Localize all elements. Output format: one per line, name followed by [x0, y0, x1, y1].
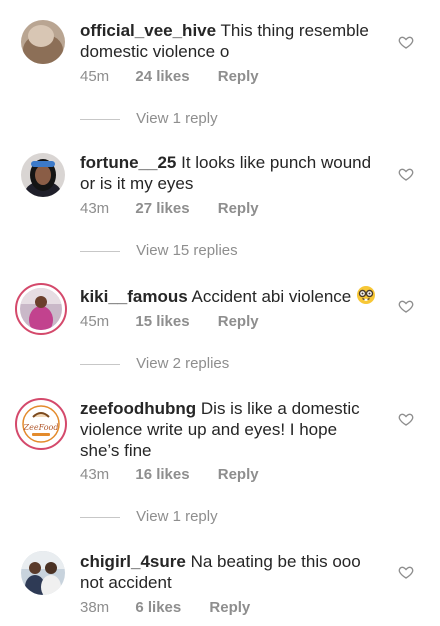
view-replies-button[interactable]: View 15 replies	[80, 242, 238, 259]
comment-meta: 38m 6 likes Reply	[80, 599, 250, 616]
comment-meta: 45m 24 likes Reply	[80, 68, 259, 85]
comment-username[interactable]: fortune__25	[80, 153, 176, 172]
heart-outline-icon[interactable]	[398, 298, 414, 314]
heart-outline-icon[interactable]	[398, 34, 414, 50]
avatar[interactable]	[21, 551, 65, 595]
divider-line	[80, 250, 120, 252]
reply-button[interactable]: Reply	[218, 313, 259, 330]
comment-meta: 43m 27 likes Reply	[80, 200, 259, 217]
comment-text: kiki__famous Accident abi violence	[80, 285, 380, 307]
comment-text: chigirl_4sure Na beating be this ooo not…	[80, 551, 380, 593]
reply-button[interactable]: Reply	[209, 599, 250, 616]
comment-time: 38m	[80, 599, 110, 616]
nerd-face-emoji-icon	[356, 286, 375, 304]
view-replies-button[interactable]: View 1 reply	[80, 508, 218, 525]
comment-time: 45m	[80, 313, 110, 330]
view-replies-button[interactable]: View 1 reply	[80, 110, 218, 127]
comment-likes[interactable]: 6 likes	[135, 599, 181, 616]
comment-username[interactable]: zeefoodhubng	[80, 399, 196, 418]
view-replies-label: View 1 reply	[136, 110, 218, 127]
comment-meta: 45m 15 likes Reply	[80, 313, 259, 330]
comment-username[interactable]: kiki__famous	[80, 287, 188, 306]
divider-line	[80, 516, 120, 518]
heart-outline-icon[interactable]	[398, 564, 414, 580]
divider-line	[80, 363, 120, 365]
reply-button[interactable]: Reply	[218, 466, 259, 483]
view-replies-label: View 15 replies	[136, 242, 238, 259]
zeefood-logo-icon: ZeeFood	[20, 403, 62, 445]
comment-username[interactable]: official_vee_hive	[80, 21, 216, 40]
avatar-with-story-ring[interactable]: ZeeFood	[15, 398, 67, 450]
view-replies-button[interactable]: View 2 replies	[80, 355, 229, 372]
comment-text: official_vee_hive This thing resemble do…	[80, 20, 380, 62]
comment-meta: 43m 16 likes Reply	[80, 466, 259, 483]
avatar-with-story-ring[interactable]	[15, 283, 67, 335]
divider-line	[80, 118, 120, 120]
comment-time: 43m	[80, 200, 110, 217]
svg-text:ZeeFood: ZeeFood	[23, 423, 59, 432]
avatar[interactable]	[21, 153, 65, 197]
comment-time: 45m	[80, 68, 110, 85]
comment-likes[interactable]: 24 likes	[135, 68, 189, 85]
view-replies-label: View 1 reply	[136, 508, 218, 525]
heart-outline-icon[interactable]	[398, 166, 414, 182]
comment-likes[interactable]: 15 likes	[135, 313, 189, 330]
comment-text: fortune__25 It looks like punch wound or…	[80, 152, 380, 194]
comment-text: zeefoodhubng Dis is like a domestic viol…	[80, 398, 380, 461]
reply-button[interactable]: Reply	[218, 200, 259, 217]
view-replies-label: View 2 replies	[136, 355, 230, 372]
avatar[interactable]	[21, 20, 65, 64]
comment-likes[interactable]: 16 likes	[135, 466, 189, 483]
heart-outline-icon[interactable]	[398, 411, 414, 427]
comment-likes[interactable]: 27 likes	[135, 200, 189, 217]
comment-username[interactable]: chigirl_4sure	[80, 552, 186, 571]
comment-body: Accident abi violence	[191, 287, 352, 306]
reply-button[interactable]: Reply	[218, 68, 259, 85]
comment-time: 43m	[80, 466, 110, 483]
